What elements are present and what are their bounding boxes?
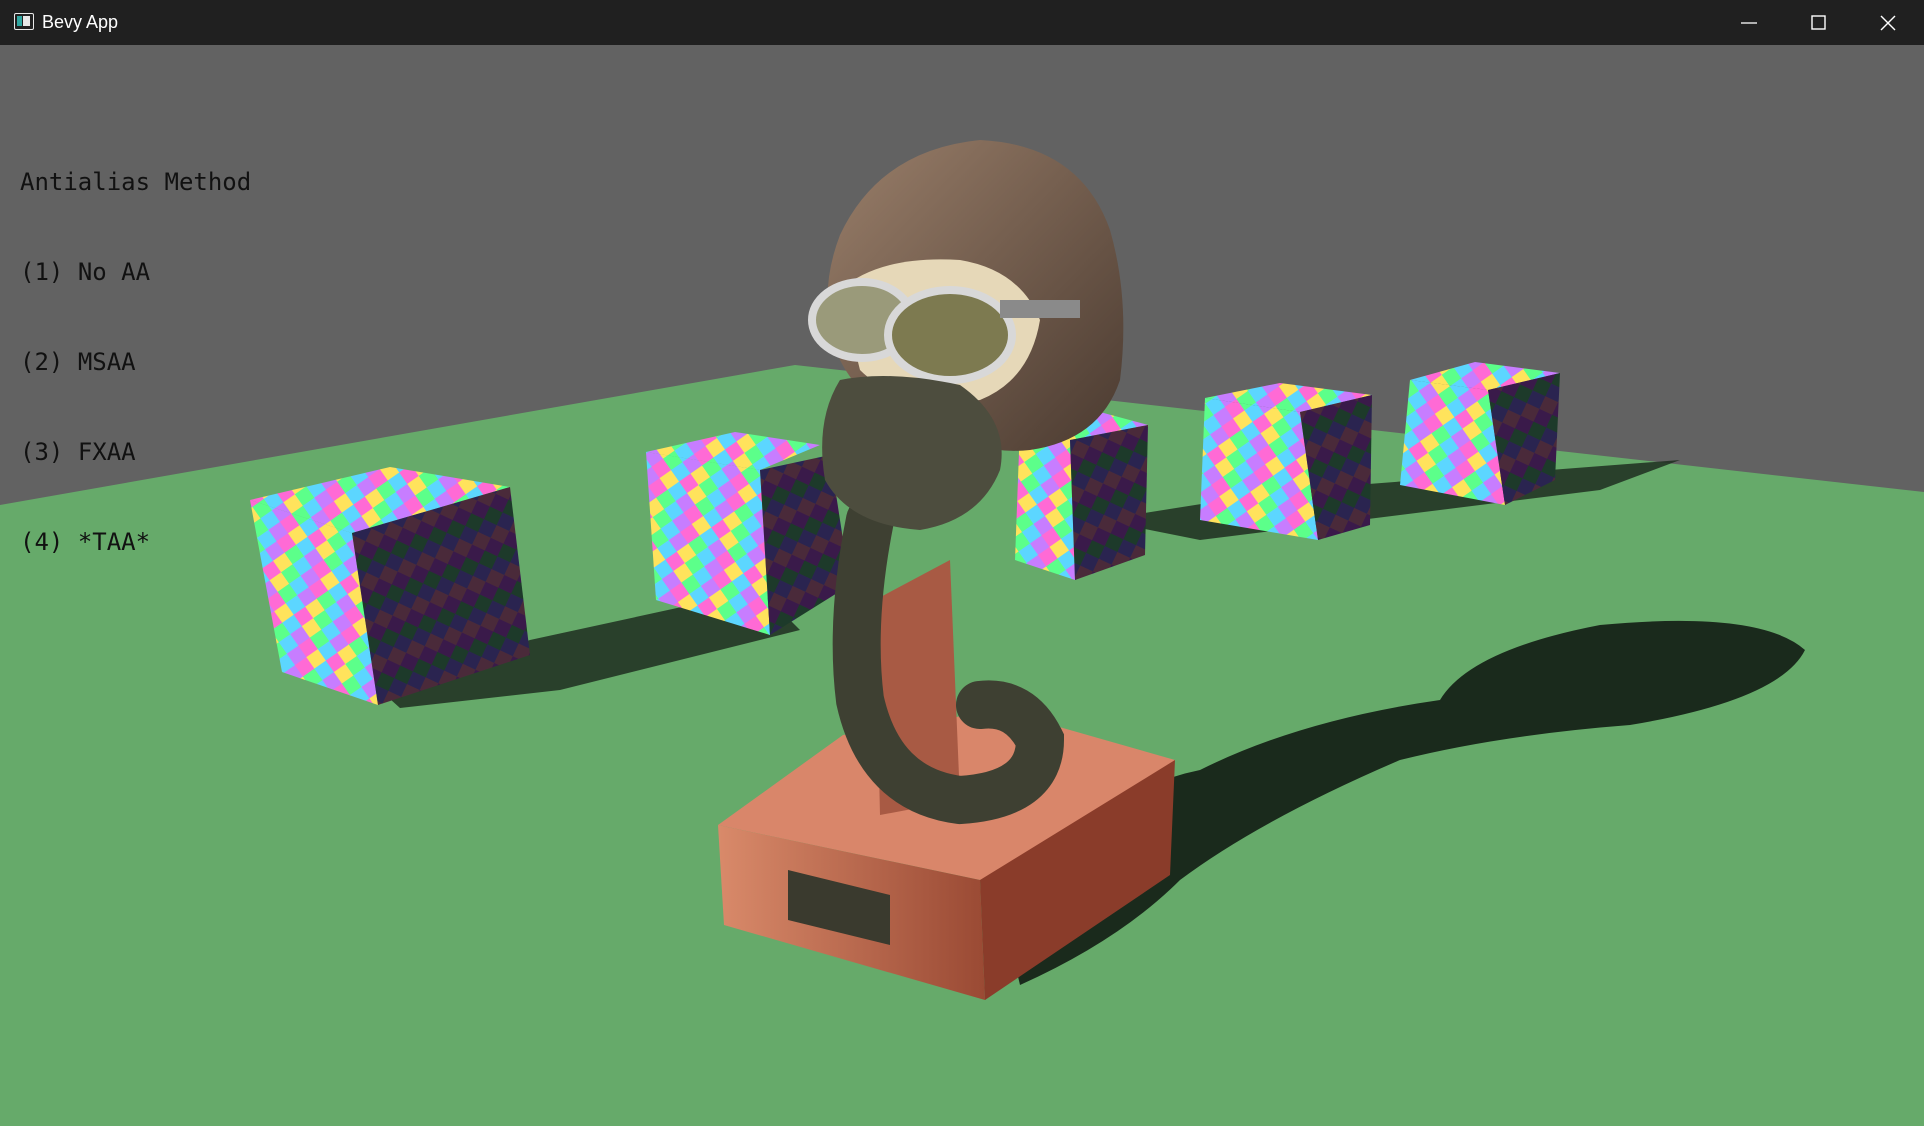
checker-cube xyxy=(1200,383,1372,540)
maximize-icon xyxy=(1811,15,1826,30)
option-taa[interactable]: (4) *TAA* xyxy=(20,527,251,557)
option-key: (1) xyxy=(20,258,64,286)
option-msaa[interactable]: (2) MSAA xyxy=(20,347,251,377)
app-icon xyxy=(14,13,34,30)
maximize-button[interactable] xyxy=(1784,0,1854,45)
option-label: No AA xyxy=(77,258,151,286)
minimize-icon xyxy=(1741,22,1757,24)
option-label: FXAA xyxy=(77,438,136,466)
checker-cube xyxy=(1400,362,1560,505)
scene-render xyxy=(0,45,1924,1126)
option-label: *TAA* xyxy=(77,528,151,556)
option-label: MSAA xyxy=(77,348,136,376)
close-icon xyxy=(1880,15,1896,31)
option-key: (2) xyxy=(20,348,64,376)
option-no-aa[interactable]: (1) No AA xyxy=(20,257,251,287)
minimize-button[interactable] xyxy=(1714,0,1784,45)
render-viewport[interactable]: Antialias Method (1) No AA (2) MSAA (3) … xyxy=(0,45,1924,1126)
antialias-menu: Antialias Method (1) No AA (2) MSAA (3) … xyxy=(20,107,251,617)
option-fxaa[interactable]: (3) FXAA xyxy=(20,437,251,467)
menu-heading: Antialias Method xyxy=(20,168,252,196)
close-button[interactable] xyxy=(1853,0,1923,45)
option-key: (3) xyxy=(20,438,64,466)
window-title: Bevy App xyxy=(42,12,119,32)
app-window: Bevy App Antialias Method (1) No AA (2) … xyxy=(0,0,1924,1126)
option-key: (4) xyxy=(20,528,64,556)
title-bar[interactable]: Bevy App xyxy=(0,0,1924,45)
